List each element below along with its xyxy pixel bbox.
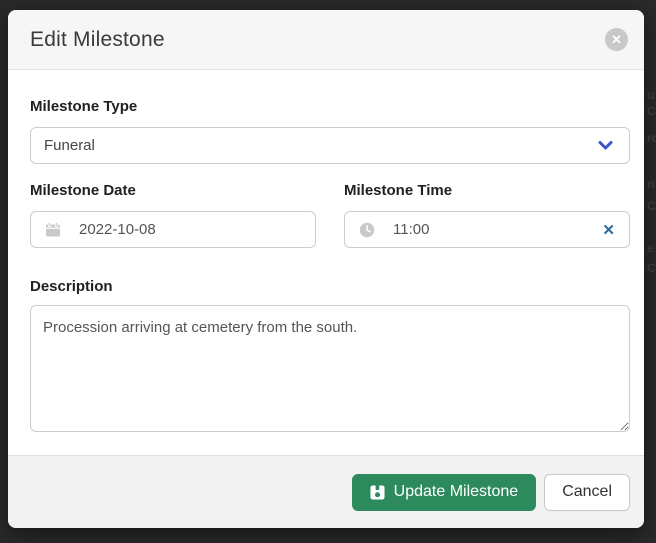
modal-header: Edit Milestone ✕ [8, 10, 644, 70]
milestone-type-value: Funeral [44, 137, 598, 154]
cancel-button[interactable]: Cancel [544, 474, 630, 511]
milestone-date-label: Milestone Date [30, 182, 316, 199]
description-label: Description [30, 278, 630, 295]
calendar-icon [45, 222, 61, 238]
chevron-down-icon [598, 141, 613, 151]
milestone-date-input[interactable] [79, 221, 303, 238]
modal-footer: Update Milestone Cancel [8, 455, 644, 528]
milestone-time-label: Milestone Time [344, 182, 630, 199]
edit-milestone-modal: Edit Milestone ✕ Milestone Type Funeral … [8, 10, 644, 528]
backdrop-text-fragment: n [647, 177, 654, 191]
save-icon [370, 485, 385, 500]
clock-icon [359, 222, 375, 238]
description-textarea[interactable]: Procession arriving at cemetery from the… [30, 305, 630, 432]
backdrop-text-fragment: u [647, 88, 654, 102]
backdrop-text-fragment: C [647, 261, 656, 275]
milestone-time-field[interactable]: ✕ [344, 211, 630, 248]
modal-title: Edit Milestone [30, 28, 605, 52]
backdrop-text-fragment: e [647, 241, 654, 255]
close-icon[interactable]: ✕ [605, 28, 628, 51]
milestone-type-select[interactable]: Funeral [30, 127, 630, 164]
backdrop-text-fragment: C [647, 104, 656, 118]
update-milestone-label: Update Milestone [394, 483, 519, 501]
update-milestone-button[interactable]: Update Milestone [352, 474, 537, 511]
milestone-date-field[interactable] [30, 211, 316, 248]
backdrop-text-fragment: ro [647, 131, 656, 145]
clear-time-icon[interactable]: ✕ [600, 221, 617, 239]
backdrop-text-fragment: C [647, 199, 656, 213]
milestone-type-label: Milestone Type [30, 98, 630, 115]
milestone-time-input[interactable] [393, 221, 600, 238]
modal-body: Milestone Type Funeral Milestone Date [8, 70, 644, 455]
